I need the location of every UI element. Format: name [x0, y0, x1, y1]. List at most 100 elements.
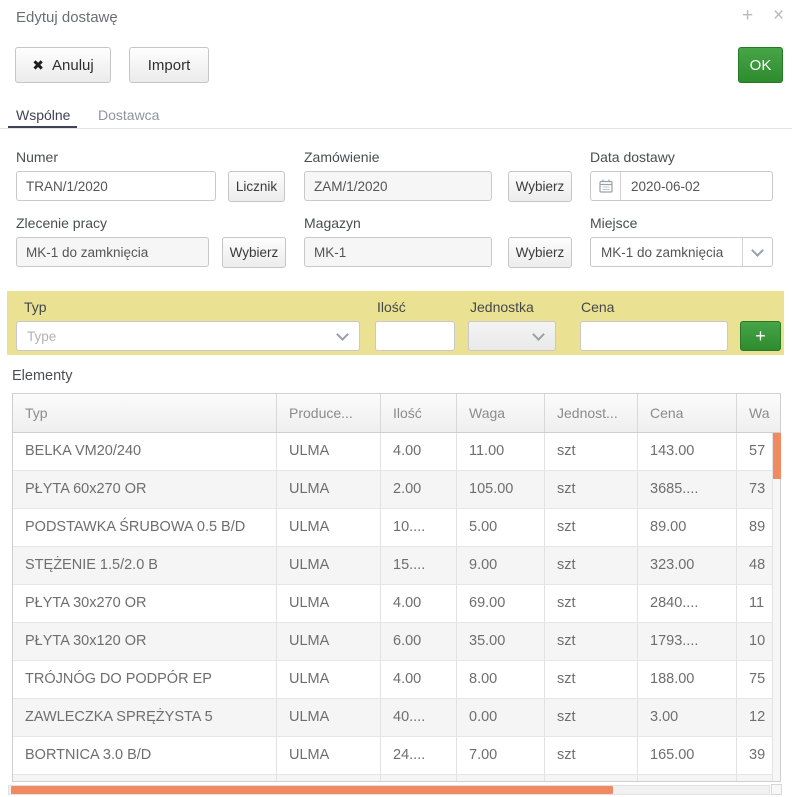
table-cell: 73 [749, 481, 766, 497]
data-dostawy-field[interactable]: 2020-06-02 [590, 171, 773, 201]
elements-table-head: Typ Produce... Ilość Waga Jednost... Cena Wa [13, 394, 780, 433]
numer-label: Numer [16, 149, 59, 165]
horizontal-scrollbar-thumb[interactable] [11, 786, 613, 794]
column-header-5[interactable]: Cena [638, 394, 737, 432]
horizontal-scrollbar[interactable] [8, 785, 770, 795]
column-header-0[interactable]: Typ [13, 394, 277, 432]
table-cell: ULMA [277, 661, 381, 698]
chevron-down-icon [751, 243, 764, 257]
ilosc-label: Ilość [377, 299, 406, 315]
vertical-scrollbar-thumb[interactable] [773, 433, 781, 479]
zamowienie-input[interactable] [304, 171, 492, 201]
magazyn-label: Magazyn [304, 215, 361, 231]
table-cell: 10.... [381, 509, 457, 546]
table-row[interactable]: BELKA VM20/240 ULMA 4.00 11.00 szt 143.00 57 [13, 433, 780, 471]
table-cell: 35.00 [457, 623, 545, 660]
table-cell: BELKA VM20/240 [13, 433, 277, 470]
magazyn-input[interactable] [304, 237, 492, 267]
table-row[interactable]: ZAWLECZKA SPRĘŻYSTA 5 ULMA 40.... 0.00 szt 3.… [13, 699, 780, 737]
table-cell: szt [545, 737, 638, 774]
table-cell: ULMA [277, 737, 381, 774]
tabs-divider [0, 128, 792, 129]
miejsce-value: MK-1 do zamknięcia [601, 244, 724, 260]
table-cell: 24.... [381, 737, 457, 774]
ok-button[interactable]: OK [738, 47, 783, 83]
miejsce-chevron-segment[interactable] [742, 238, 772, 266]
data-dostawy-value: 2020-06-02 [631, 178, 701, 194]
table-cell: PŁYTA 30x120 OR [13, 623, 277, 660]
table-cell [457, 775, 545, 781]
ilosc-input[interactable] [375, 321, 455, 351]
cancel-label: Anuluj [52, 56, 94, 74]
table-cell: 75 [749, 671, 766, 687]
window-plus-icon[interactable]: + [742, 6, 753, 26]
column-header-1[interactable]: Produce... [277, 394, 381, 432]
table-cell: 143.00 [638, 433, 737, 470]
typ-combobox[interactable]: Type [16, 321, 360, 351]
table-row[interactable]: PŁYTA 30x120 OR ULMA 6.00 35.00 szt 1793.... 1… [13, 623, 780, 661]
table-cell: PODSTAWKA ŚRUBOWA 0.5 B/D [13, 509, 277, 546]
table-cell: szt [545, 661, 638, 698]
elements-label: Elementy [12, 368, 73, 384]
column-header-4[interactable]: Jednost... [545, 394, 638, 432]
table-cell: 89.00 [638, 509, 737, 546]
table-cell: szt [545, 547, 638, 584]
table-row[interactable]: PŁYTA 30x270 OR ULMA 4.00 69.00 szt 2840.... 1… [13, 585, 780, 623]
table-cell: PŁYTA 30x270 OR [13, 585, 277, 622]
table-cell: 0.00 [457, 699, 545, 736]
table-cell: 2840.... [638, 585, 737, 622]
table-cell: 57 [749, 443, 766, 459]
window-close-icon[interactable]: × [773, 6, 784, 26]
tab-wspolne[interactable]: Wspólne [16, 107, 70, 123]
column-header-6[interactable]: Wa [737, 394, 780, 432]
cancel-x-icon: ✖ [32, 56, 45, 73]
licznik-button[interactable]: Licznik [228, 171, 285, 202]
cena-input[interactable] [580, 321, 728, 351]
table-row[interactable]: STĘŻENIE 1.5/2.0 B ULMA 15.... 9.00 szt 323.0… [13, 547, 780, 585]
table-cell: ULMA [277, 433, 381, 470]
table-cell [277, 775, 381, 781]
table-cell: 89 [749, 519, 766, 535]
table-row[interactable]: PŁYTA 60x270 OR ULMA 2.00 105.00 szt 3685....… [13, 471, 780, 509]
table-cell: 12 [749, 709, 766, 725]
vertical-scrollbar[interactable] [772, 433, 781, 781]
tab-dostawca[interactable]: Dostawca [98, 107, 159, 123]
table-cell: 5.00 [457, 509, 545, 546]
typ-placeholder: Type [27, 329, 57, 344]
add-element-button[interactable]: + [740, 321, 781, 351]
table-cell: szt [545, 509, 638, 546]
import-button[interactable]: Import [129, 47, 209, 83]
table-cell: 6.00 [381, 623, 457, 660]
column-header-3[interactable]: Waga [457, 394, 545, 432]
typ-label: Typ [24, 299, 47, 315]
table-cell: 4.00 [381, 585, 457, 622]
table-cell: szt [545, 471, 638, 508]
table-cell: 4.00 [381, 433, 457, 470]
table-cell [737, 775, 773, 781]
table-cell: ULMA [277, 547, 381, 584]
table-cell: 1793.... [638, 623, 737, 660]
table-cell: ULMA [277, 471, 381, 508]
table-cell: 9.00 [457, 547, 545, 584]
table-row[interactable]: BORTNICA 3.0 B/D ULMA 24.... 7.00 szt 165.00 3… [13, 737, 780, 775]
calendar-icon[interactable] [591, 172, 621, 200]
numer-input[interactable] [16, 171, 216, 201]
zlecenie-pracy-input[interactable] [16, 237, 209, 267]
jednostka-select[interactable] [468, 321, 556, 351]
elements-table-body: BELKA VM20/240 ULMA 4.00 11.00 szt 143.00 57 PŁ… [13, 433, 780, 781]
zamowienie-wybierz-button[interactable]: Wybierz [508, 171, 572, 202]
table-row[interactable]: PODSTAWKA ŚRUBOWA 0.5 B/D ULMA 10.... 5.00 s… [13, 509, 780, 547]
zlecenie-wybierz-button[interactable]: Wybierz [222, 237, 286, 268]
table-cell: ZAWLECZKA SPRĘŻYSTA 5 [13, 699, 277, 736]
data-dostawy-label: Data dostawy [590, 149, 675, 165]
table-cell: 15.... [381, 547, 457, 584]
cancel-button[interactable]: ✖ Anuluj [15, 47, 111, 83]
magazyn-wybierz-button[interactable]: Wybierz [508, 237, 572, 268]
cena-label: Cena [581, 299, 615, 315]
table-cell [13, 775, 277, 781]
table-cell: 165.00 [638, 737, 737, 774]
column-header-2[interactable]: Ilość [381, 394, 457, 432]
table-cell: 10 [749, 633, 766, 649]
miejsce-select[interactable]: MK-1 do zamknięcia [590, 237, 773, 267]
table-row[interactable]: TRÓJNÓG DO PODPÓR EP ULMA 4.00 8.00 szt 188.0… [13, 661, 780, 699]
